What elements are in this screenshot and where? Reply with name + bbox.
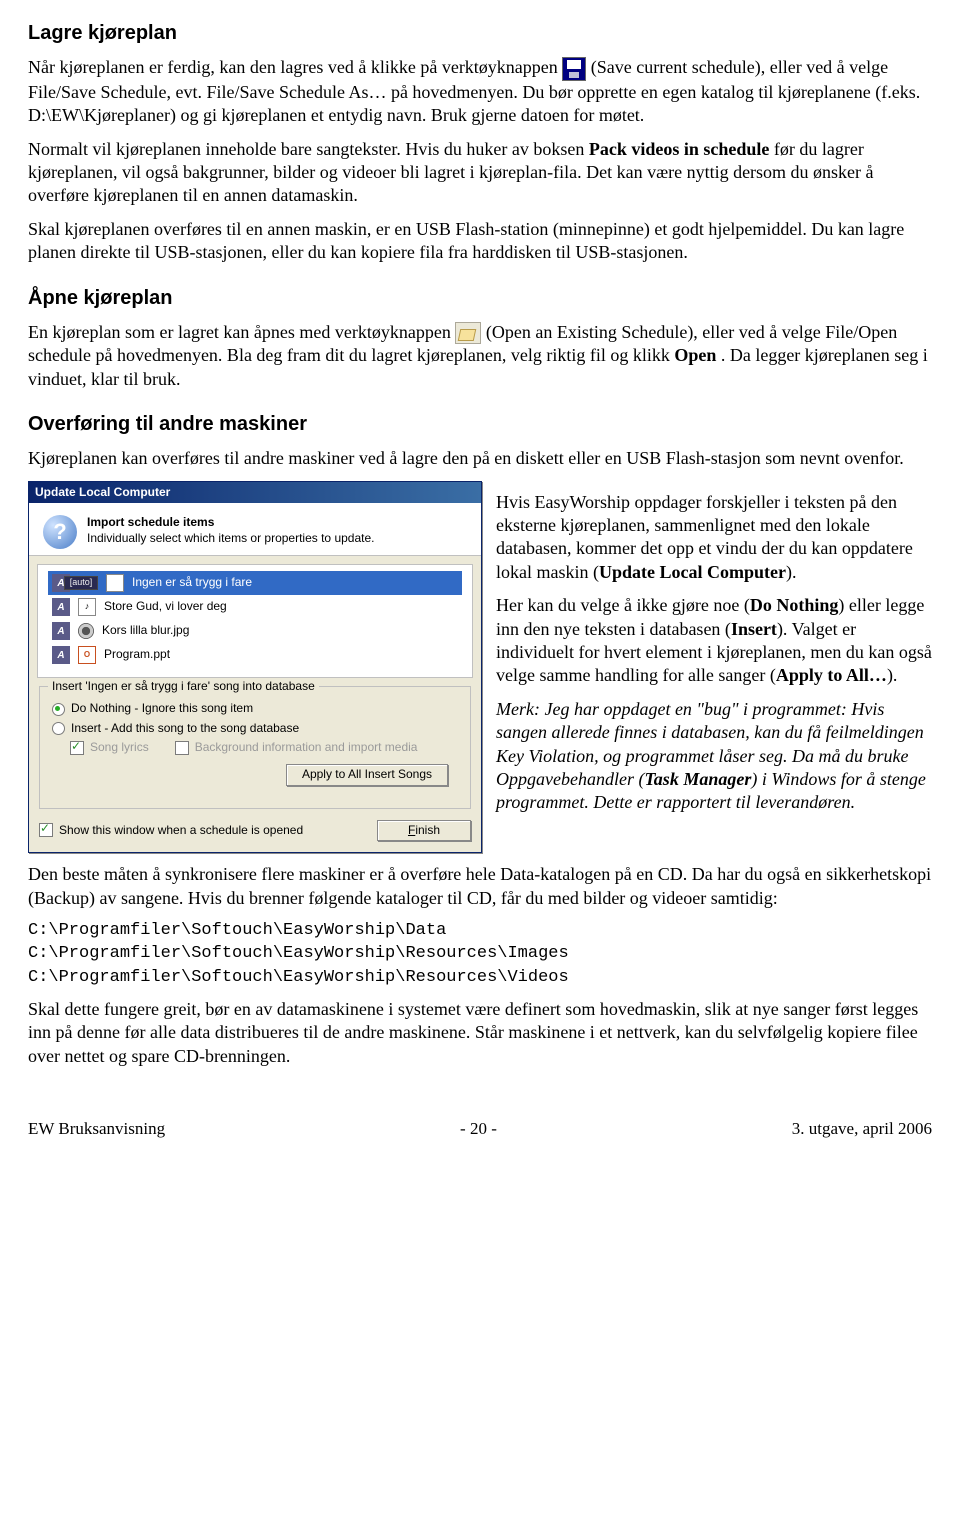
t: Her kan du velge å ikke gjøre noe ( [496,595,750,615]
footer-left: EW Bruksanvisning [28,1118,165,1140]
dialog-head-sub: Individually select which items or prope… [87,531,374,547]
song-icon: ♪ [78,598,96,616]
dialog-header: ? Import schedule items Individually sel… [29,503,481,556]
path-data: C:\Programfiler\Softouch\EasyWorship\Dat… [28,920,932,941]
item-label: Store Gud, vi lover deg [104,599,227,615]
page-footer: EW Bruksanvisning - 20 - 3. utgave, apri… [28,1118,932,1140]
para-1: Når kjøreplanen er ferdig, kan den lagre… [28,56,932,128]
img-icon [78,623,94,639]
right-para-2: Her kan du velge å ikke gjøre noe (Do No… [496,594,932,688]
heading-lagre: Lagre kjøreplan [28,20,932,46]
p2a: Normalt vil kjøreplanen inneholde bare s… [28,139,589,159]
p2bold: Pack videos in schedule [589,139,770,159]
t: Do Nothing [750,595,839,615]
group-legend: Insert 'Ingen er så trygg i fare' song i… [48,679,319,695]
t: Task Manager [644,769,751,789]
chk-label: Show this window when a schedule is open… [59,823,303,839]
save-icon [562,57,586,81]
t: Insert [731,619,777,639]
dialog-titlebar[interactable]: Update Local Computer [29,482,481,504]
para-3: Skal kjøreplanen overføres til en annen … [28,218,932,265]
item-label: Ingen er så trygg i fare [132,575,252,591]
auto-badge: [auto] [64,576,98,590]
item-letter-icon: A [52,646,70,664]
checkbox-bg-info [175,741,189,755]
dialog-update-local-computer: Update Local Computer ? Import schedule … [28,481,482,854]
ppt-icon: O [78,646,96,664]
list-item[interactable]: AO Program.ppt [48,643,462,667]
para-6: Den beste måten å synkronisere flere mas… [28,863,932,910]
para-5: Kjøreplanen kan overføres til andre mask… [28,447,932,470]
t: Apply to All… [776,665,887,685]
right-para-3: Merk: Jeg har oppdaget en "bug" i progra… [496,698,932,815]
right-para-1: Hvis EasyWorship oppdager forskjeller i … [496,491,932,585]
item-label: Kors lilla blur.jpg [102,623,189,639]
para-7: Skal dette fungere greit, bør en av data… [28,998,932,1068]
t: ). [786,562,797,582]
para-2: Normalt vil kjøreplanen inneholde bare s… [28,138,932,208]
heading-apne: Åpne kjøreplan [28,285,932,311]
question-icon: ? [43,515,77,549]
item-letter-icon: A [52,622,70,640]
finish-button[interactable]: Finish [377,820,471,842]
open-icon [455,322,481,344]
radio-icon [52,722,65,735]
p4bold: Open [674,345,716,365]
apply-to-all-button[interactable]: Apply to All Insert Songs [286,764,448,786]
para-4: En kjøreplan som er lagret kan åpnes med… [28,321,932,392]
chk-label: Song lyrics [90,740,149,756]
t: Update Local Computer [599,562,786,582]
radio-label: Do Nothing - Ignore this song item [71,701,253,717]
footer-right: 3. utgave, april 2006 [792,1118,932,1140]
finish-rest: inish [415,823,440,837]
item-letter-icon: A [52,598,70,616]
checkbox-icon [39,823,53,837]
show-window-checkbox[interactable]: Show this window when a schedule is open… [39,823,303,839]
song-icon: ♪ [106,574,124,592]
checkbox-song-lyrics [70,741,84,755]
radio-label: Insert - Add this song to the song datab… [71,721,299,737]
t: ). [887,665,898,685]
p1a: Når kjøreplanen er ferdig, kan den lagre… [28,57,562,77]
list-item[interactable]: A[auto]♪Ingen er så trygg i fare [48,571,462,595]
radio-icon [52,703,65,716]
list-item[interactable]: A Kors lilla blur.jpg [48,619,462,643]
list-item[interactable]: A ♪ Store Gud, vi lover deg [48,595,462,619]
dialog-item-list: A [auto] ♪ Ingen er så trygg i fare A ♪ Store … [37,564,473,678]
heading-overforing: Overføring til andre maskiner [28,411,932,437]
dialog-head-bold: Import schedule items [87,515,374,531]
radio-insert[interactable]: Insert - Add this song to the song datab… [52,721,458,737]
path-images: C:\Programfiler\Softouch\EasyWorship\Res… [28,943,932,964]
radio-do-nothing[interactable]: Do Nothing - Ignore this song item [52,701,458,717]
item-label: Program.ppt [104,647,170,663]
dialog-groupbox: Insert 'Ingen er så trygg i fare' song i… [39,686,471,808]
footer-center: - 20 - [460,1118,497,1140]
chk-label: Background information and import media [195,740,418,756]
p4a: En kjøreplan som er lagret kan åpnes med… [28,322,455,342]
path-videos: C:\Programfiler\Softouch\EasyWorship\Res… [28,967,932,988]
